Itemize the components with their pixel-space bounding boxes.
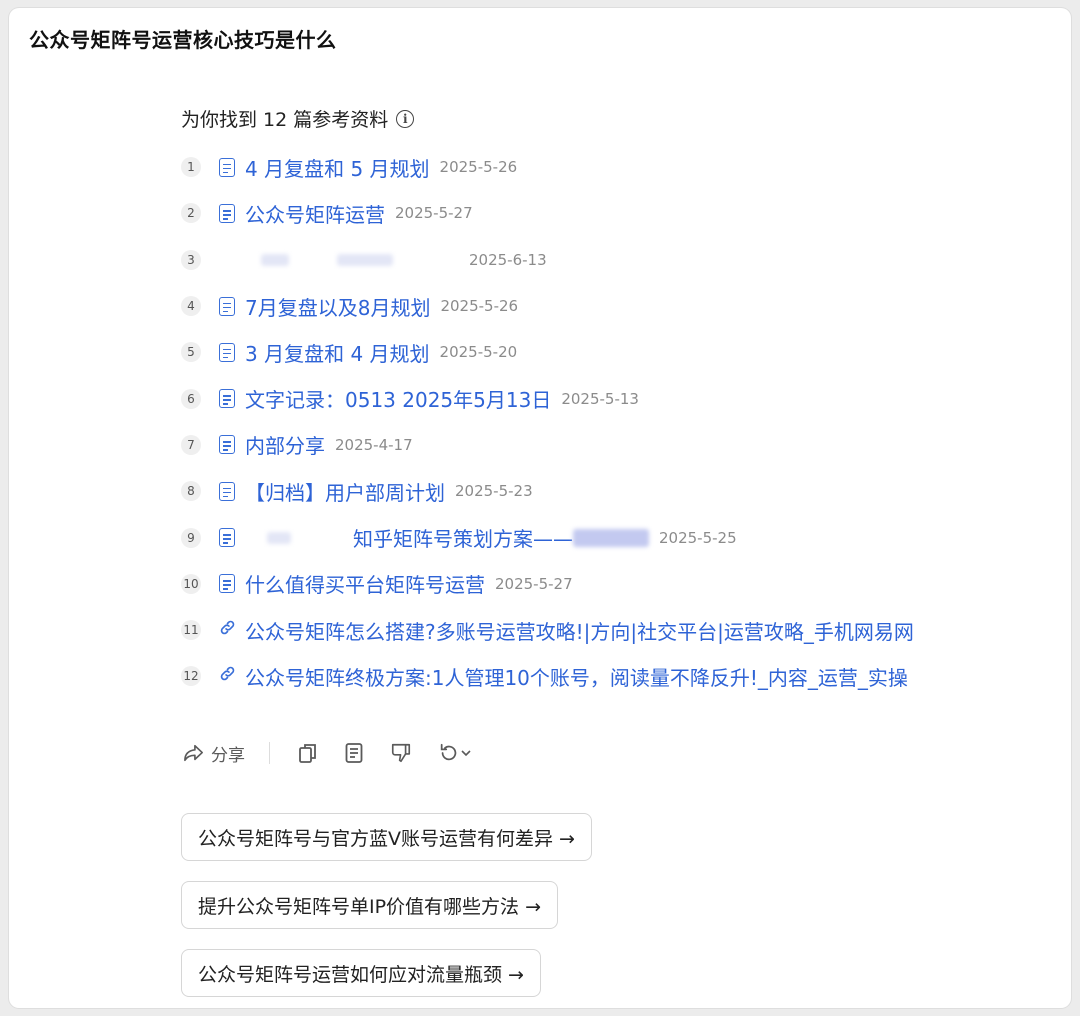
- reference-item[interactable]: 11 公众号矩阵怎么搭建?多账号运营攻略!|方向|社交平台|运营攻略_手机网易网: [181, 607, 914, 653]
- reference-date: 2025-4-17: [335, 435, 413, 454]
- reference-title[interactable]: 【归档】用户部周计划: [245, 477, 445, 506]
- reference-title[interactable]: 内部分享: [245, 430, 325, 459]
- reference-item[interactable]: 6 文字记录：0513 2025年5月13日 2025-5-13: [181, 375, 914, 421]
- reference-item[interactable]: 3 2025-6-13: [181, 237, 914, 283]
- references-heading: 为你找到 12 篇参考资料 i: [181, 105, 415, 132]
- document-icon: [219, 435, 235, 455]
- reference-date: 2025-5-23: [455, 482, 533, 501]
- reference-number: 6: [181, 388, 201, 409]
- reference-item[interactable]: 1 4 月复盘和 5 月规划 2025-5-26: [181, 144, 914, 190]
- document-icon: [219, 157, 235, 177]
- reference-number: 7: [181, 434, 201, 455]
- reference-date: 2025-6-13: [469, 250, 547, 269]
- copy-button[interactable]: [298, 742, 318, 764]
- document-icon: [219, 203, 235, 223]
- share-icon: [184, 744, 203, 762]
- reference-title[interactable]: 什么值得买平台矩阵号运营: [245, 569, 485, 598]
- regenerate-icon: [440, 743, 457, 761]
- suggestion-button[interactable]: 公众号矩阵号与官方蓝V账号运营有何差异 →: [181, 813, 592, 861]
- redacted-text: [261, 253, 289, 266]
- info-circle-icon[interactable]: i: [396, 109, 415, 128]
- reference-date: 2025-5-13: [561, 389, 639, 408]
- divider: [269, 742, 270, 764]
- reference-number: 8: [181, 481, 201, 502]
- reference-number: 10: [181, 573, 201, 594]
- document-icon: [219, 574, 235, 594]
- copy-icon: [299, 744, 316, 763]
- document-icon: [219, 296, 235, 316]
- document-icon: [219, 528, 235, 548]
- reference-number: 2: [181, 203, 201, 224]
- reference-list: 1 4 月复盘和 5 月规划 2025-5-26 2 公众号矩阵运营 2025-…: [181, 144, 914, 700]
- reference-date: 2025-5-26: [440, 297, 519, 316]
- reference-date: 2025-5-27: [395, 204, 473, 223]
- reference-title[interactable]: 7月复盘以及8月规划: [245, 292, 430, 321]
- document-icon: [219, 481, 235, 501]
- reference-number: 11: [181, 620, 201, 641]
- reference-number: 1: [181, 157, 201, 178]
- reference-number: 3: [181, 249, 201, 270]
- redacted-text: [573, 528, 649, 547]
- reference-item[interactable]: 9 知乎矩阵号策划方案—— 2025-5-25: [181, 514, 914, 560]
- reference-number: 5: [181, 342, 201, 363]
- redacted-text: [267, 531, 291, 544]
- reference-number: 4: [181, 296, 201, 317]
- references-count-label: 为你找到 12 篇参考资料: [181, 109, 389, 131]
- link-icon: [219, 665, 237, 687]
- reference-title[interactable]: 公众号矩阵怎么搭建?多账号运营攻略!|方向|社交平台|运营攻略_手机网易网: [245, 616, 914, 645]
- share-label: 分享: [211, 745, 245, 766]
- reference-item[interactable]: 10 什么值得买平台矩阵号运营 2025-5-27: [181, 561, 914, 607]
- suggestion-button[interactable]: 公众号矩阵号运营如何应对流量瓶颈 →: [181, 949, 541, 997]
- suggestion-button[interactable]: 提升公众号矩阵号单IP价值有哪些方法 →: [181, 881, 559, 929]
- reference-number: 9: [181, 527, 201, 548]
- reference-title[interactable]: 公众号矩阵运营: [245, 199, 385, 228]
- chevron-down-icon: [461, 750, 471, 757]
- reference-date: 2025-5-26: [439, 158, 518, 177]
- reference-date: 2025-5-27: [495, 574, 573, 593]
- reference-item[interactable]: 2 公众号矩阵运营 2025-5-27: [181, 190, 914, 236]
- reference-item[interactable]: 8 【归档】用户部周计划 2025-5-23: [181, 468, 914, 514]
- reference-item[interactable]: 4 7月复盘以及8月规划 2025-5-26: [181, 283, 914, 329]
- question-title: 公众号矩阵号运营核心技巧是什么: [29, 28, 337, 52]
- reference-title[interactable]: 4 月复盘和 5 月规划: [245, 153, 430, 182]
- reference-number: 12: [181, 666, 201, 687]
- dislike-button[interactable]: [390, 742, 412, 764]
- regenerate-button[interactable]: [438, 742, 472, 764]
- reference-item[interactable]: 7 内部分享 2025-4-17: [181, 422, 914, 468]
- reference-date: 2025-5-25: [659, 528, 737, 547]
- suggested-questions: 公众号矩阵号与官方蓝V账号运营有何差异 → 提升公众号矩阵号单IP价值有哪些方法…: [181, 813, 592, 1008]
- reference-title[interactable]: 3 月复盘和 4 月规划: [245, 338, 430, 367]
- reference-date: 2025-5-20: [439, 343, 518, 362]
- reference-item[interactable]: 5 3 月复盘和 4 月规划 2025-5-20: [181, 329, 914, 375]
- redacted-text: [337, 253, 393, 266]
- document-icon: [219, 342, 235, 362]
- thumbs-down-icon: [391, 743, 411, 763]
- reference-title[interactable]: 知乎矩阵号策划方案——: [353, 523, 573, 552]
- reference-title[interactable]: 公众号矩阵终极方案:1人管理10个账号，阅读量不降反升!_内容_运营_实操: [245, 662, 908, 691]
- message-actions: 分享: [183, 738, 472, 768]
- chat-card: 公众号矩阵号运营核心技巧是什么 为你找到 12 篇参考资料 i 1 4 月复盘和…: [9, 8, 1071, 1008]
- reference-title[interactable]: 文字记录：0513 2025年5月13日: [245, 384, 551, 413]
- document-icon: [219, 389, 235, 409]
- reference-item[interactable]: 12 公众号矩阵终极方案:1人管理10个账号，阅读量不降反升!_内容_运营_实操: [181, 653, 914, 699]
- link-icon: [219, 619, 237, 641]
- document-icon: [345, 743, 363, 763]
- document-button[interactable]: [344, 742, 364, 764]
- share-button[interactable]: 分享: [183, 741, 245, 766]
